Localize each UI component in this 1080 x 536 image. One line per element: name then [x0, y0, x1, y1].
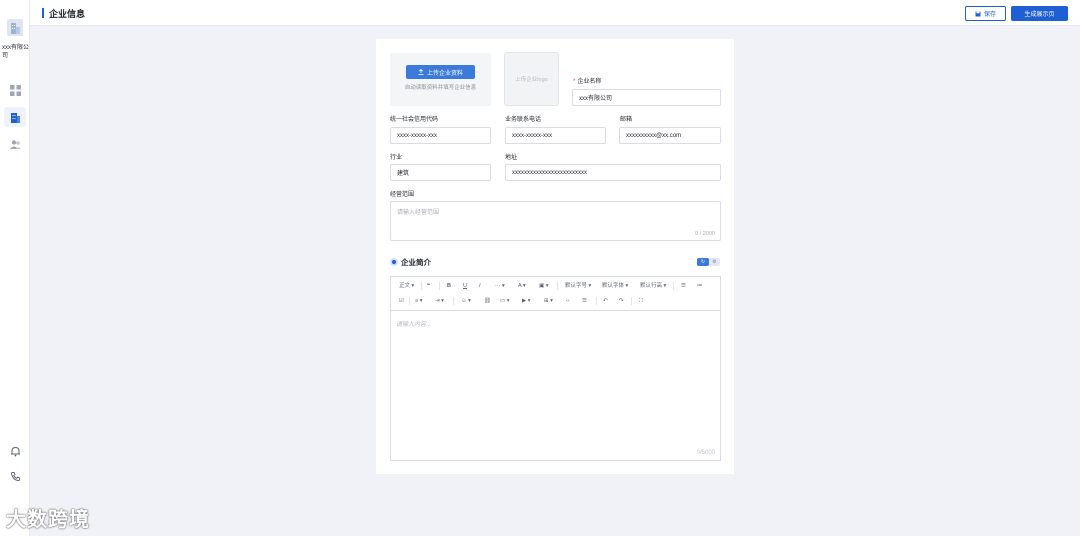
header: 企业信息	[30, 0, 1080, 26]
font-family-select-label: 默认字体	[602, 283, 625, 289]
sidebar-contact[interactable]	[4, 466, 26, 486]
industry-label: 行业	[390, 155, 403, 161]
phone-input[interactable]: xxxx-xxxxx-xxx	[505, 127, 606, 144]
scope-textarea[interactable]: 请输入经营范围 0 / 2000	[390, 201, 721, 241]
line-height-select-label: 默认行高	[640, 283, 663, 289]
editor-char-count: 0/5000	[696, 450, 715, 456]
company-form-card: 上传企业资料 自动读取资料并填写企业信息 上传企业logo * 企业名称 xxx有…	[376, 39, 734, 474]
required-mark: *	[573, 79, 576, 85]
sidebar-company-name: xxx有限公司	[2, 45, 30, 59]
font-family-select[interactable]: 默认字体 ▾	[602, 281, 628, 291]
grid-icon	[9, 84, 21, 96]
image-icon[interactable]: ▭ ▾	[500, 296, 510, 306]
scope-label: 经营范围	[390, 192, 415, 198]
numbered-list-icon[interactable]: ≔	[697, 281, 703, 291]
toolbar-divider	[409, 297, 410, 305]
emoji-icon[interactable]: ☺ ▾	[461, 296, 471, 306]
table-icon[interactable]: ⊞ ▾	[544, 296, 553, 306]
phone-icon	[10, 471, 20, 481]
upload-icon	[418, 69, 424, 75]
undo-icon[interactable]: ↶	[603, 296, 608, 306]
toolbar-divider	[421, 282, 422, 290]
paragraph-select[interactable]: 正文 ▾	[399, 281, 414, 291]
save-icon	[975, 11, 981, 16]
company-name-label-text: 企业名称	[577, 79, 602, 85]
scope-char-count: 0 / 2000	[695, 231, 715, 237]
bullet-list-icon[interactable]: ☰	[681, 281, 686, 291]
refresh-icon[interactable]: ↻	[697, 258, 709, 266]
code-icon[interactable]: ‹›	[566, 296, 570, 306]
bold-icon[interactable]: B	[447, 281, 451, 291]
section-marker-icon	[390, 258, 398, 266]
toolbar-divider	[439, 282, 440, 290]
save-label: 保存	[983, 12, 996, 18]
sidebar: xxx有限公司	[0, 0, 30, 536]
toolbar-divider	[631, 297, 632, 305]
email-label: 邮箱	[620, 117, 633, 123]
industry-input[interactable]: 建筑	[390, 164, 491, 181]
toolbar-divider	[673, 282, 674, 290]
credit-code-input[interactable]: xxxx-xxxxx-xxx	[390, 127, 491, 144]
page-title: 企业信息	[49, 9, 86, 19]
phone-label: 业务联系电话	[505, 117, 542, 123]
building-icon	[10, 112, 20, 123]
toolbar-divider	[596, 297, 597, 305]
toolbar-divider	[557, 282, 558, 290]
sidebar-item-users[interactable]	[4, 134, 26, 154]
upload-materials-button[interactable]: 上传企业资料	[406, 65, 475, 79]
divider-icon[interactable]: ☰	[582, 296, 587, 306]
sidebar-notifications[interactable]	[4, 441, 26, 461]
intro-section-title: 企业简介	[401, 258, 431, 267]
generate-page-button[interactable]: 生成展示页	[1011, 6, 1068, 21]
title-accent-bar	[42, 8, 44, 18]
users-icon	[9, 139, 21, 149]
rich-text-editor[interactable]: 正文 ▾ ❝ B U I ··· ▾ A ▾ ▣ ▾ 默认字号 ▾ 默认字体 ▾…	[390, 276, 721, 461]
company-name-label: * 企业名称	[573, 76, 601, 85]
sidebar-item-company[interactable]	[4, 107, 26, 127]
credit-code-label: 统一社会信用代码	[390, 117, 439, 123]
address-input[interactable]: xxxxxxxxxxxxxxxxxxxxxxxxx	[505, 164, 721, 181]
logo-upload[interactable]: 上传企业logo	[504, 52, 559, 106]
upload-materials-label: 上传企业资料	[426, 70, 463, 77]
more-icon[interactable]: ··· ▾	[495, 281, 505, 291]
upload-area: 上传企业资料 自动读取资料并填写企业信息	[390, 53, 491, 106]
upload-hint: 自动读取资料并填写企业信息	[404, 85, 477, 91]
editor-placeholder: 请输入内容...	[396, 322, 432, 328]
settings-icon[interactable]: ⚙	[709, 258, 720, 266]
video-icon[interactable]: ▶ ▾	[522, 296, 531, 306]
fullscreen-icon[interactable]: ⛶	[639, 296, 643, 306]
scope-placeholder: 请输入经营范围	[397, 210, 440, 216]
font-size-select-label: 默认字号	[565, 283, 588, 289]
intro-ai-toggle[interactable]: ↻ ⚙	[697, 258, 720, 266]
email-input[interactable]: xxxxxxxxxx@xx.com	[619, 127, 721, 144]
bell-icon	[10, 446, 20, 456]
underline-icon[interactable]: U	[463, 281, 467, 291]
company-logo-icon	[7, 19, 23, 36]
save-button[interactable]: 保存	[965, 6, 1006, 21]
italic-icon[interactable]: I	[479, 281, 481, 291]
watermark: 大数跨境	[6, 509, 90, 531]
font-color-icon[interactable]: A ▾	[518, 281, 526, 291]
link-icon[interactable]: ⛓	[484, 296, 491, 306]
todo-icon[interactable]: ☑	[399, 296, 404, 306]
font-size-select[interactable]: 默认字号 ▾	[565, 281, 591, 291]
redo-icon[interactable]: ↷	[619, 296, 624, 306]
indent-icon[interactable]: ⇥ ▾	[435, 296, 444, 306]
sidebar-item-dashboard[interactable]	[4, 80, 26, 100]
company-name-input[interactable]: xxx有限公司	[572, 89, 721, 106]
quote-icon[interactable]: ❝	[427, 281, 430, 291]
background-color-icon[interactable]: ▣ ▾	[539, 281, 549, 291]
toolbar-divider	[453, 297, 454, 305]
align-icon[interactable]: ≡ ▾	[415, 296, 423, 306]
address-label: 地址	[505, 155, 518, 161]
paragraph-select-label: 正文	[399, 283, 411, 289]
editor-toolbar: 正文 ▾ ❝ B U I ··· ▾ A ▾ ▣ ▾ 默认字号 ▾ 默认字体 ▾…	[391, 277, 720, 311]
line-height-select[interactable]: 默认行高 ▾	[640, 281, 666, 291]
